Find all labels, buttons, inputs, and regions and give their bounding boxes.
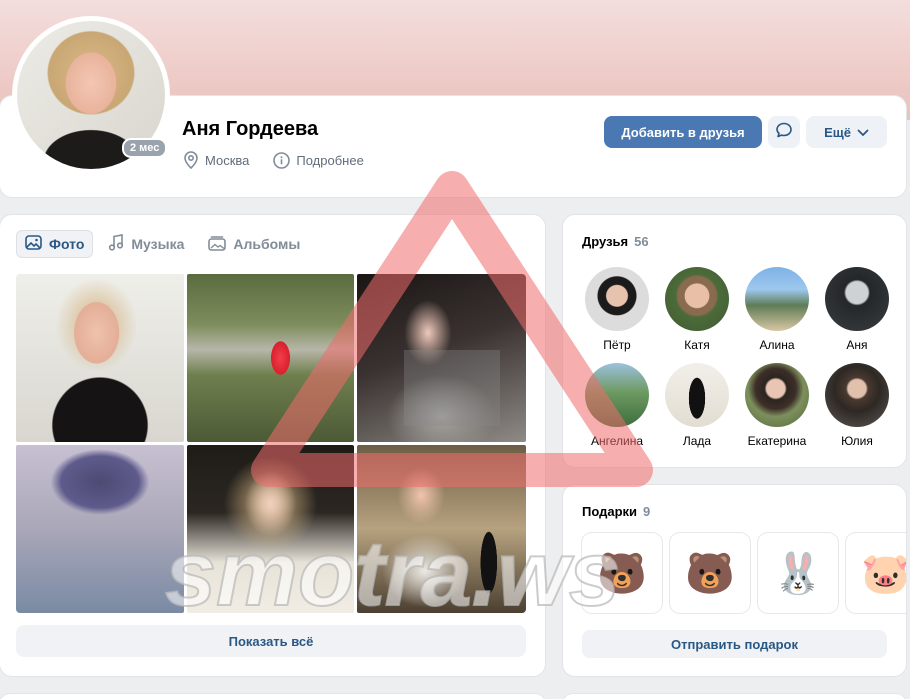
photo-thumbnail[interactable] <box>357 274 526 442</box>
pig-gift-sticker-icon: 🐷 <box>861 551 906 596</box>
friend-name: Аня <box>846 338 868 352</box>
chevron-down-icon <box>857 125 869 140</box>
profile-city[interactable]: Москва <box>205 153 249 168</box>
add-friend-button[interactable]: Добавить в друзья <box>604 116 762 148</box>
tab-label: Фото <box>49 236 85 252</box>
image-icon <box>25 235 42 253</box>
profile-meta: Москва Подробнее <box>183 151 364 169</box>
details-link[interactable]: Подробнее <box>296 153 363 168</box>
friends-grid: Пётр Катя Алина Аня Ангелина Лада Екатер… <box>577 267 897 459</box>
more-button[interactable]: Ещё <box>806 116 887 148</box>
gifts-title: Подарки <box>582 504 638 519</box>
friend-item[interactable]: Алина <box>737 267 817 363</box>
send-gift-button[interactable]: Отправить подарок <box>582 630 887 658</box>
friend-item[interactable]: Пётр <box>577 267 657 363</box>
info-icon <box>273 151 291 169</box>
tab-music[interactable]: Музыка <box>99 230 193 258</box>
friend-avatar <box>585 363 649 427</box>
photo-grid <box>16 274 526 613</box>
friend-name: Катя <box>684 338 710 352</box>
gift-sticker[interactable]: 🐰 <box>758 533 838 613</box>
friend-item[interactable]: Аня <box>817 267 897 363</box>
photo-thumbnail[interactable] <box>16 445 184 613</box>
tab-label: Альбомы <box>233 236 301 252</box>
media-tabs: Фото Музыка Альбомы <box>16 230 309 258</box>
next-section-card <box>0 694 545 699</box>
next-section-card <box>563 694 906 699</box>
friends-title: Друзья <box>582 234 629 249</box>
friends-header[interactable]: Друзья 56 <box>582 234 649 249</box>
photo-thumbnail[interactable] <box>357 445 526 613</box>
gifts-row: 🐻 🐻 🐰 🐷 <box>582 533 906 613</box>
bunny-sticker-icon: 🐰 <box>773 551 823 596</box>
last-seen-badge: 2 мес <box>122 138 168 158</box>
friend-avatar <box>825 363 889 427</box>
gift-sticker[interactable]: 🐷 <box>846 533 906 613</box>
friend-item[interactable]: Юлия <box>817 363 897 459</box>
tab-label: Музыка <box>131 236 185 252</box>
message-button[interactable] <box>768 116 800 148</box>
photo-thumbnail[interactable] <box>16 274 184 442</box>
friend-item[interactable]: Екатерина <box>737 363 817 459</box>
friend-avatar <box>745 267 809 331</box>
tab-albums[interactable]: Альбомы <box>199 230 309 258</box>
friend-name: Екатерина <box>747 434 807 448</box>
friend-item[interactable]: Ангелина <box>577 363 657 459</box>
bear-party-sticker-icon: 🐻 <box>685 551 735 596</box>
photo-thumbnail[interactable] <box>187 274 354 442</box>
friend-name: Лада <box>682 434 712 448</box>
friend-avatar <box>745 363 809 427</box>
friend-name: Ангелина <box>590 434 644 448</box>
message-bubble-icon <box>775 121 793 144</box>
bear-party-sticker-icon: 🐻 <box>597 551 647 596</box>
friend-name: Пётр <box>603 338 631 352</box>
gift-sticker[interactable]: 🐻 <box>670 533 750 613</box>
photos-section: Фото Музыка Альбомы Показать всё <box>0 215 545 676</box>
location-pin-icon <box>183 151 199 169</box>
friends-section: Друзья 56 Пётр Катя Алина Аня Ангелина Л… <box>563 215 906 467</box>
friend-avatar <box>665 267 729 331</box>
album-icon <box>208 235 227 254</box>
music-note-icon <box>108 234 124 254</box>
gift-sticker[interactable]: 🐻 <box>582 533 662 613</box>
gifts-count: 9 <box>643 504 651 519</box>
gifts-header[interactable]: Подарки 9 <box>582 504 650 519</box>
friend-avatar <box>825 267 889 331</box>
gifts-section: Подарки 9 🐻 🐻 🐰 🐷 Отправить подарок <box>563 485 906 676</box>
friend-name: Алина <box>759 338 795 352</box>
friend-item[interactable]: Катя <box>657 267 737 363</box>
friends-count: 56 <box>634 234 649 249</box>
profile-name: Аня Гордеева <box>182 118 319 140</box>
tab-photos[interactable]: Фото <box>16 230 94 258</box>
photo-thumbnail[interactable] <box>187 445 354 613</box>
show-all-photos-button[interactable]: Показать всё <box>16 625 526 657</box>
friend-name: Юлия <box>841 434 873 448</box>
friend-avatar <box>585 267 649 331</box>
more-label: Ещё <box>824 124 851 140</box>
friend-item[interactable]: Лада <box>657 363 737 459</box>
friend-avatar <box>665 363 729 427</box>
